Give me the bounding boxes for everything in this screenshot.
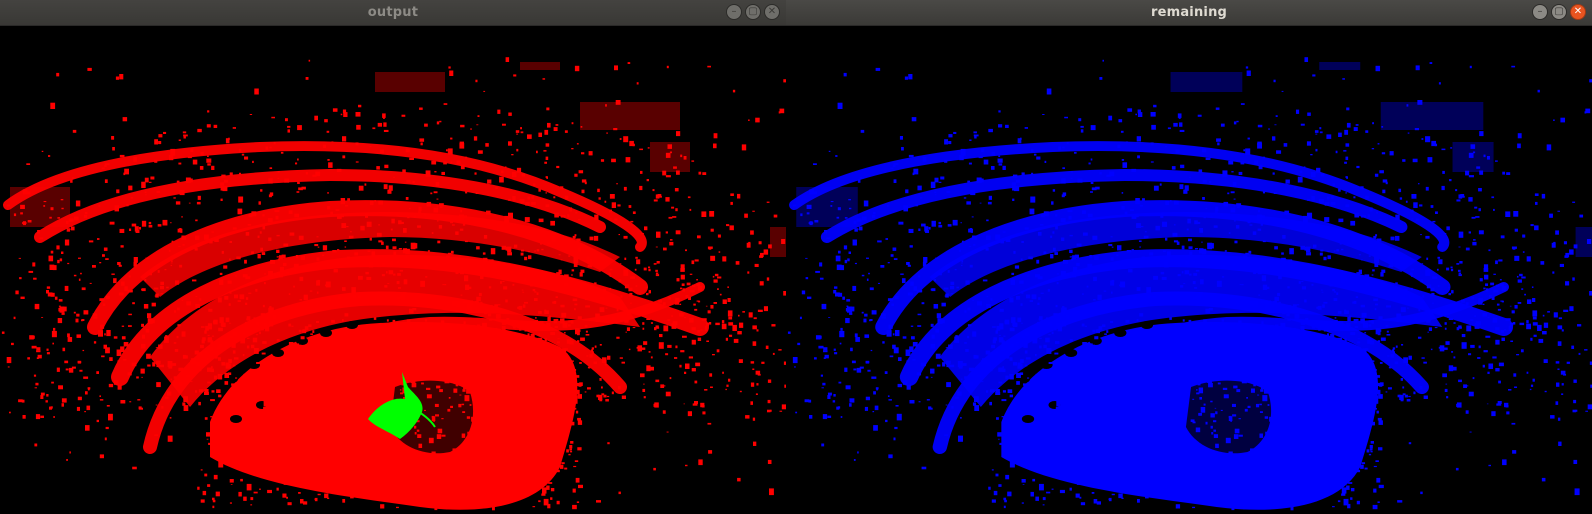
output-point-cloud-view[interactable] [0, 27, 786, 514]
remaining-window: remaining – ▢ ✕ [786, 0, 1592, 514]
output-window: output – ▢ ✕ [0, 0, 786, 514]
remaining-point-cloud-view[interactable] [786, 27, 1592, 514]
window-controls: – ▢ ✕ [726, 4, 780, 22]
close-icon[interactable]: ✕ [1570, 4, 1586, 20]
point-cloud-render [787, 57, 1592, 511]
window-title: remaining [1150, 5, 1228, 20]
close-icon[interactable]: ✕ [764, 4, 780, 20]
point-cloud-render [1, 57, 786, 511]
maximize-icon[interactable]: ▢ [1551, 4, 1567, 20]
window-title: output [367, 5, 419, 20]
output-titlebar[interactable]: output – ▢ ✕ [0, 0, 786, 26]
window-controls: – ▢ ✕ [1532, 4, 1586, 22]
minimize-icon[interactable]: – [1532, 4, 1548, 20]
maximize-icon[interactable]: ▢ [745, 4, 761, 20]
minimize-icon[interactable]: – [726, 4, 742, 20]
remaining-titlebar[interactable]: remaining – ▢ ✕ [786, 0, 1592, 26]
